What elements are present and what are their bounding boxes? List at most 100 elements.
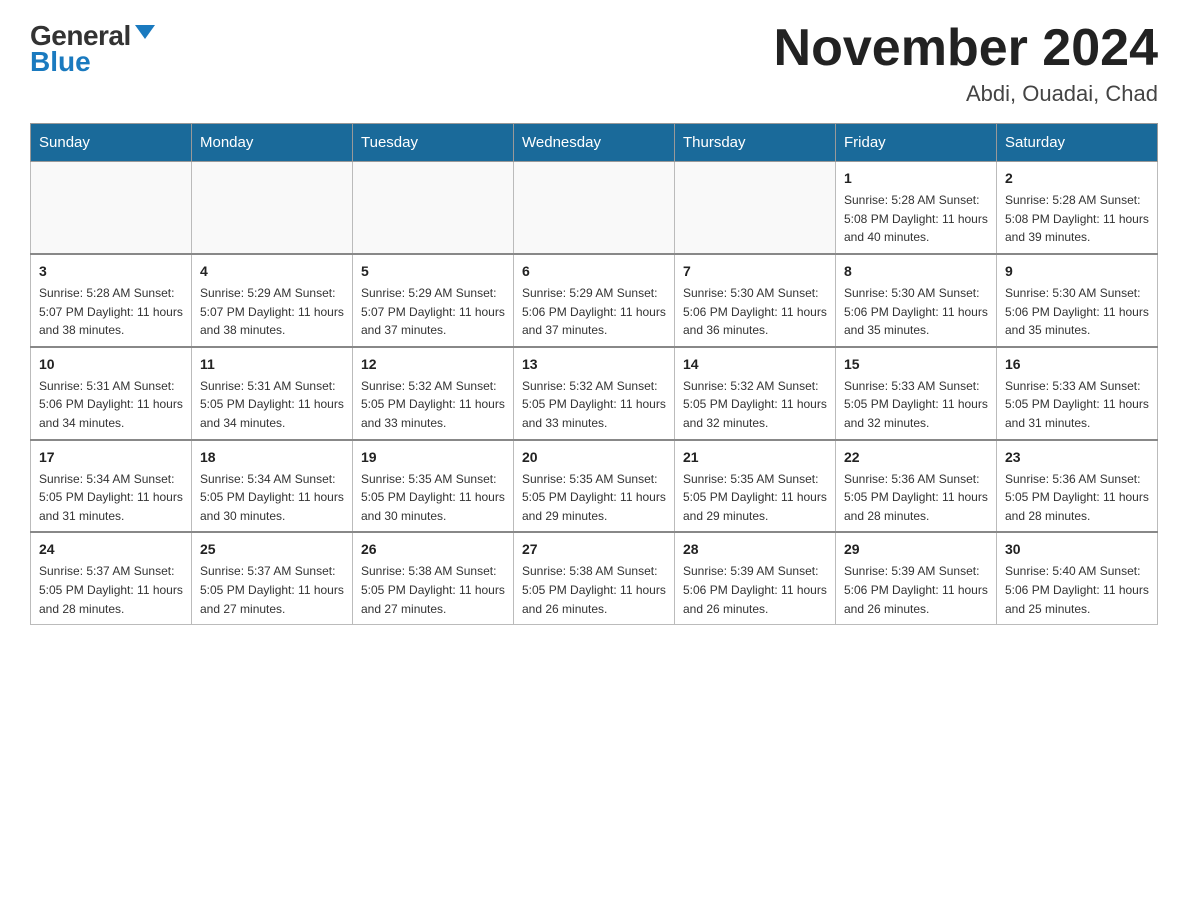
calendar-cell <box>353 162 514 254</box>
day-number: 17 <box>39 447 183 468</box>
day-number: 11 <box>200 354 344 375</box>
day-info: Sunrise: 5:29 AM Sunset: 5:06 PM Dayligh… <box>522 284 666 340</box>
calendar-cell: 1Sunrise: 5:28 AM Sunset: 5:08 PM Daylig… <box>836 162 997 254</box>
day-info: Sunrise: 5:28 AM Sunset: 5:07 PM Dayligh… <box>39 284 183 340</box>
day-number: 27 <box>522 539 666 560</box>
day-number: 2 <box>1005 168 1149 189</box>
calendar-cell: 26Sunrise: 5:38 AM Sunset: 5:05 PM Dayli… <box>353 532 514 624</box>
calendar-cell: 5Sunrise: 5:29 AM Sunset: 5:07 PM Daylig… <box>353 254 514 347</box>
day-info: Sunrise: 5:36 AM Sunset: 5:05 PM Dayligh… <box>1005 470 1149 526</box>
calendar-header-row: SundayMondayTuesdayWednesdayThursdayFrid… <box>31 124 1158 162</box>
day-info: Sunrise: 5:33 AM Sunset: 5:05 PM Dayligh… <box>844 377 988 433</box>
day-info: Sunrise: 5:36 AM Sunset: 5:05 PM Dayligh… <box>844 470 988 526</box>
day-info: Sunrise: 5:34 AM Sunset: 5:05 PM Dayligh… <box>39 470 183 526</box>
day-number: 30 <box>1005 539 1149 560</box>
calendar-week-row: 24Sunrise: 5:37 AM Sunset: 5:05 PM Dayli… <box>31 532 1158 624</box>
day-number: 21 <box>683 447 827 468</box>
logo-blue-text: Blue <box>30 46 91 78</box>
calendar-cell: 21Sunrise: 5:35 AM Sunset: 5:05 PM Dayli… <box>675 440 836 533</box>
day-number: 10 <box>39 354 183 375</box>
weekday-header-tuesday: Tuesday <box>353 124 514 162</box>
day-info: Sunrise: 5:30 AM Sunset: 5:06 PM Dayligh… <box>683 284 827 340</box>
day-info: Sunrise: 5:28 AM Sunset: 5:08 PM Dayligh… <box>844 191 988 247</box>
day-info: Sunrise: 5:30 AM Sunset: 5:06 PM Dayligh… <box>844 284 988 340</box>
day-number: 4 <box>200 261 344 282</box>
day-number: 18 <box>200 447 344 468</box>
day-info: Sunrise: 5:32 AM Sunset: 5:05 PM Dayligh… <box>522 377 666 433</box>
day-number: 20 <box>522 447 666 468</box>
day-number: 26 <box>361 539 505 560</box>
calendar-week-row: 3Sunrise: 5:28 AM Sunset: 5:07 PM Daylig… <box>31 254 1158 347</box>
calendar-cell: 22Sunrise: 5:36 AM Sunset: 5:05 PM Dayli… <box>836 440 997 533</box>
weekday-header-thursday: Thursday <box>675 124 836 162</box>
calendar-cell: 15Sunrise: 5:33 AM Sunset: 5:05 PM Dayli… <box>836 347 997 440</box>
day-info: Sunrise: 5:29 AM Sunset: 5:07 PM Dayligh… <box>200 284 344 340</box>
day-info: Sunrise: 5:38 AM Sunset: 5:05 PM Dayligh… <box>361 562 505 618</box>
calendar-cell: 23Sunrise: 5:36 AM Sunset: 5:05 PM Dayli… <box>997 440 1158 533</box>
weekday-header-saturday: Saturday <box>997 124 1158 162</box>
location-title: Abdi, Ouadai, Chad <box>774 81 1158 107</box>
weekday-header-monday: Monday <box>192 124 353 162</box>
page-header: General Blue November 2024 Abdi, Ouadai,… <box>30 20 1158 107</box>
calendar-cell: 19Sunrise: 5:35 AM Sunset: 5:05 PM Dayli… <box>353 440 514 533</box>
day-number: 14 <box>683 354 827 375</box>
day-number: 29 <box>844 539 988 560</box>
calendar-cell: 3Sunrise: 5:28 AM Sunset: 5:07 PM Daylig… <box>31 254 192 347</box>
day-number: 6 <box>522 261 666 282</box>
day-number: 1 <box>844 168 988 189</box>
day-number: 5 <box>361 261 505 282</box>
day-info: Sunrise: 5:32 AM Sunset: 5:05 PM Dayligh… <box>683 377 827 433</box>
calendar-cell: 20Sunrise: 5:35 AM Sunset: 5:05 PM Dayli… <box>514 440 675 533</box>
calendar-cell: 2Sunrise: 5:28 AM Sunset: 5:08 PM Daylig… <box>997 162 1158 254</box>
calendar-cell: 8Sunrise: 5:30 AM Sunset: 5:06 PM Daylig… <box>836 254 997 347</box>
calendar-cell: 30Sunrise: 5:40 AM Sunset: 5:06 PM Dayli… <box>997 532 1158 624</box>
calendar-cell: 14Sunrise: 5:32 AM Sunset: 5:05 PM Dayli… <box>675 347 836 440</box>
calendar-cell <box>514 162 675 254</box>
day-info: Sunrise: 5:29 AM Sunset: 5:07 PM Dayligh… <box>361 284 505 340</box>
day-number: 22 <box>844 447 988 468</box>
day-info: Sunrise: 5:39 AM Sunset: 5:06 PM Dayligh… <box>683 562 827 618</box>
day-info: Sunrise: 5:39 AM Sunset: 5:06 PM Dayligh… <box>844 562 988 618</box>
day-number: 9 <box>1005 261 1149 282</box>
calendar-week-row: 1Sunrise: 5:28 AM Sunset: 5:08 PM Daylig… <box>31 162 1158 254</box>
calendar-cell: 24Sunrise: 5:37 AM Sunset: 5:05 PM Dayli… <box>31 532 192 624</box>
calendar-cell: 6Sunrise: 5:29 AM Sunset: 5:06 PM Daylig… <box>514 254 675 347</box>
calendar-cell: 9Sunrise: 5:30 AM Sunset: 5:06 PM Daylig… <box>997 254 1158 347</box>
day-number: 24 <box>39 539 183 560</box>
logo: General Blue <box>30 20 155 78</box>
calendar-cell <box>675 162 836 254</box>
calendar-cell <box>31 162 192 254</box>
day-info: Sunrise: 5:37 AM Sunset: 5:05 PM Dayligh… <box>39 562 183 618</box>
day-number: 25 <box>200 539 344 560</box>
calendar-cell: 7Sunrise: 5:30 AM Sunset: 5:06 PM Daylig… <box>675 254 836 347</box>
weekday-header-friday: Friday <box>836 124 997 162</box>
calendar-cell: 4Sunrise: 5:29 AM Sunset: 5:07 PM Daylig… <box>192 254 353 347</box>
day-info: Sunrise: 5:40 AM Sunset: 5:06 PM Dayligh… <box>1005 562 1149 618</box>
calendar-week-row: 17Sunrise: 5:34 AM Sunset: 5:05 PM Dayli… <box>31 440 1158 533</box>
day-info: Sunrise: 5:32 AM Sunset: 5:05 PM Dayligh… <box>361 377 505 433</box>
day-info: Sunrise: 5:28 AM Sunset: 5:08 PM Dayligh… <box>1005 191 1149 247</box>
logo-triangle-icon <box>135 25 155 39</box>
day-number: 28 <box>683 539 827 560</box>
day-number: 7 <box>683 261 827 282</box>
day-info: Sunrise: 5:31 AM Sunset: 5:06 PM Dayligh… <box>39 377 183 433</box>
day-info: Sunrise: 5:35 AM Sunset: 5:05 PM Dayligh… <box>361 470 505 526</box>
day-info: Sunrise: 5:33 AM Sunset: 5:05 PM Dayligh… <box>1005 377 1149 433</box>
day-info: Sunrise: 5:37 AM Sunset: 5:05 PM Dayligh… <box>200 562 344 618</box>
calendar-cell <box>192 162 353 254</box>
day-info: Sunrise: 5:31 AM Sunset: 5:05 PM Dayligh… <box>200 377 344 433</box>
calendar-cell: 18Sunrise: 5:34 AM Sunset: 5:05 PM Dayli… <box>192 440 353 533</box>
day-number: 15 <box>844 354 988 375</box>
title-area: November 2024 Abdi, Ouadai, Chad <box>774 20 1158 107</box>
calendar-cell: 16Sunrise: 5:33 AM Sunset: 5:05 PM Dayli… <box>997 347 1158 440</box>
day-number: 13 <box>522 354 666 375</box>
calendar-week-row: 10Sunrise: 5:31 AM Sunset: 5:06 PM Dayli… <box>31 347 1158 440</box>
calendar-cell: 29Sunrise: 5:39 AM Sunset: 5:06 PM Dayli… <box>836 532 997 624</box>
day-number: 19 <box>361 447 505 468</box>
calendar-cell: 28Sunrise: 5:39 AM Sunset: 5:06 PM Dayli… <box>675 532 836 624</box>
calendar-cell: 10Sunrise: 5:31 AM Sunset: 5:06 PM Dayli… <box>31 347 192 440</box>
calendar-cell: 11Sunrise: 5:31 AM Sunset: 5:05 PM Dayli… <box>192 347 353 440</box>
day-info: Sunrise: 5:38 AM Sunset: 5:05 PM Dayligh… <box>522 562 666 618</box>
day-info: Sunrise: 5:35 AM Sunset: 5:05 PM Dayligh… <box>522 470 666 526</box>
day-number: 23 <box>1005 447 1149 468</box>
